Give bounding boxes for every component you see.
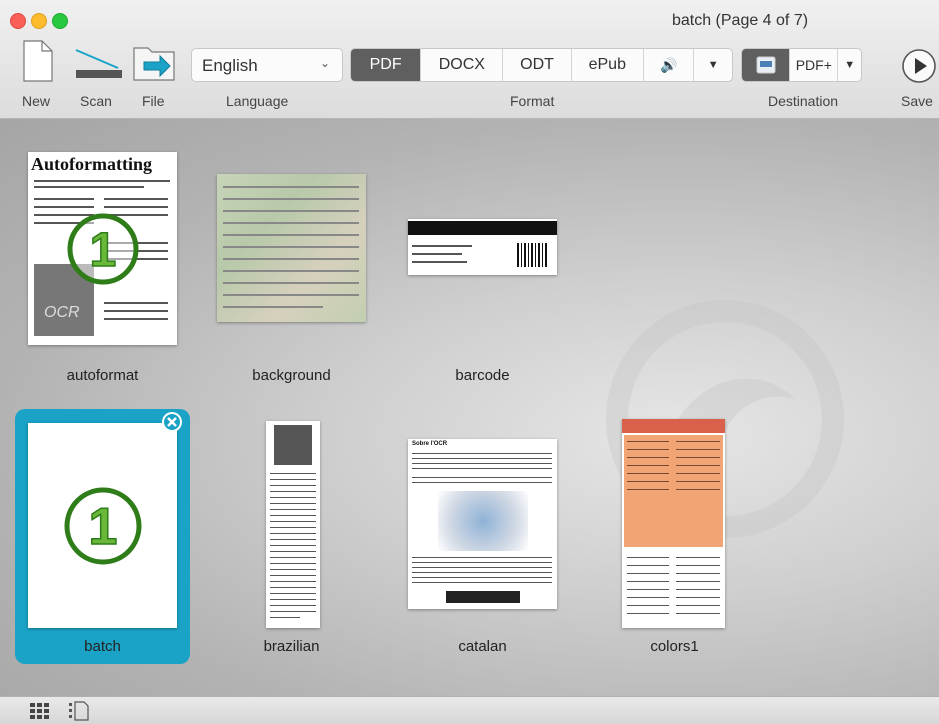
zoom-window-button[interactable] xyxy=(52,13,68,29)
catalan-heading: Sobre l'OCR xyxy=(412,441,448,447)
format-option-epub[interactable]: ePub xyxy=(572,49,644,81)
document-page-preview xyxy=(622,419,725,628)
language-value: English xyxy=(202,56,258,75)
document-thumbnail-catalan[interactable]: Sobre l'OCR catalan xyxy=(395,409,570,664)
document-name: background xyxy=(252,367,331,384)
document-name: brazilian xyxy=(263,638,320,655)
document-thumbnail-batch[interactable]: 1 batch xyxy=(15,409,190,664)
new-label: New xyxy=(22,93,51,109)
document-name: colors1 xyxy=(650,638,699,655)
triangle-down-icon: ▼ xyxy=(707,59,719,71)
document-name: autoformat xyxy=(66,367,139,384)
document-name: barcode xyxy=(455,367,510,384)
scanner-icon xyxy=(75,49,122,78)
scan-label: Scan xyxy=(80,93,112,109)
save-button[interactable]: Save xyxy=(899,48,939,118)
svg-text:1: 1 xyxy=(90,224,117,277)
save-label: Save xyxy=(901,93,933,109)
format-option-audio[interactable]: 🔊 xyxy=(644,49,695,81)
document-thumbnail-brazilian[interactable]: brazilian xyxy=(204,409,379,664)
grid-view-icon[interactable] xyxy=(28,700,52,722)
document-grid: Autoformatting OCR 1 autoformat backgrou… xyxy=(0,119,939,696)
document-page-preview: Autoformatting OCR 1 xyxy=(28,152,177,345)
remove-document-icon[interactable] xyxy=(161,411,183,433)
triangle-down-icon: ▼ xyxy=(844,59,856,71)
page-number-badge-icon: 1 xyxy=(67,213,139,285)
page-view-icon[interactable] xyxy=(66,700,90,722)
play-icon xyxy=(902,49,936,83)
app-window: batch (Page 4 of 7) New Scan File Englis… xyxy=(0,0,939,724)
new-button[interactable]: New xyxy=(18,40,58,116)
destination-control: PDF+ ▼ xyxy=(741,48,862,82)
autoformat-heading: Autoformatting xyxy=(31,154,152,174)
minimize-window-button[interactable] xyxy=(31,13,47,29)
document-thumbnail-background[interactable]: background xyxy=(204,139,379,394)
open-file-icon xyxy=(133,47,175,81)
document-image-icon xyxy=(756,56,776,74)
document-page-preview: Sobre l'OCR xyxy=(408,439,557,609)
window-title: batch (Page 4 of 7) xyxy=(671,12,809,29)
document-page-preview xyxy=(408,219,557,275)
language-select[interactable]: English ⌄ xyxy=(191,48,343,82)
file-label: File xyxy=(142,93,165,109)
new-document-icon xyxy=(23,40,53,82)
document-page-preview xyxy=(266,421,320,628)
close-window-button[interactable] xyxy=(10,13,26,29)
file-button[interactable]: File xyxy=(132,40,178,116)
ocr-stamp-text: OCR xyxy=(44,304,80,321)
document-thumbnail-colors1[interactable]: colors1 xyxy=(587,409,762,664)
status-bar xyxy=(0,696,939,724)
document-thumbnail-autoformat[interactable]: Autoformatting OCR 1 autoformat xyxy=(15,139,190,394)
toolbar: batch (Page 4 of 7) New Scan File Englis… xyxy=(0,0,939,119)
document-name: catalan xyxy=(458,638,507,655)
svg-text:1: 1 xyxy=(89,498,118,556)
document-page-preview xyxy=(217,174,366,322)
cartoon-illustration xyxy=(438,491,528,551)
destination-dropdown[interactable]: ▼ xyxy=(838,49,861,81)
page-number-badge-icon: 1 xyxy=(64,487,142,565)
chevron-down-icon: ⌄ xyxy=(319,56,330,70)
speaker-icon: 🔊 xyxy=(659,56,678,73)
barcode-graphic xyxy=(517,243,549,267)
format-option-odt[interactable]: ODT xyxy=(503,49,572,81)
document-page-preview: 1 xyxy=(28,423,177,628)
portrait-graphic xyxy=(274,425,312,465)
format-option-pdf[interactable]: PDF xyxy=(351,49,422,81)
format-option-docx[interactable]: DOCX xyxy=(421,49,504,81)
scan-button[interactable]: Scan xyxy=(72,40,126,116)
destination-option-pdfplus[interactable]: PDF+ xyxy=(790,49,839,81)
language-label: Language xyxy=(226,93,289,109)
document-thumbnail-barcode[interactable]: barcode xyxy=(395,139,570,394)
destination-label: Destination xyxy=(768,93,839,109)
document-name: batch xyxy=(84,638,121,655)
format-more-dropdown[interactable]: ▼ xyxy=(694,49,732,81)
destination-option-image[interactable] xyxy=(742,49,791,81)
format-segmented-control: PDF DOCX ODT ePub 🔊 ▼ xyxy=(350,48,733,82)
format-label: Format xyxy=(510,93,555,109)
